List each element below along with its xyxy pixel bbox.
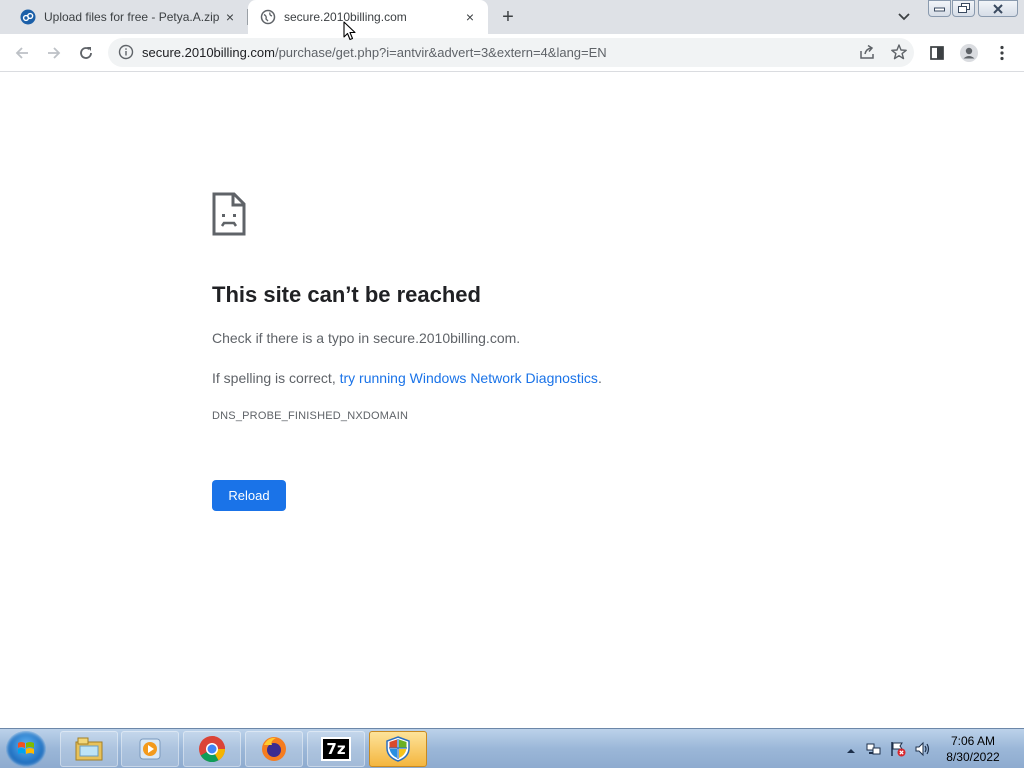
upload-site-favicon-icon (20, 9, 36, 25)
restore-button[interactable] (952, 0, 975, 17)
tab-upload-files[interactable]: Upload files for free - Petya.A.zip × (8, 0, 248, 34)
profile-avatar-icon[interactable] (956, 40, 982, 66)
taskbar-media-player[interactable] (121, 731, 179, 767)
globe-icon (260, 9, 276, 25)
windows-logo-icon (18, 742, 34, 754)
tab-close-icon[interactable]: × (220, 7, 240, 27)
menu-kebab-icon[interactable] (989, 40, 1015, 66)
taskbar-security-app[interactable] (369, 731, 427, 767)
7zip-icon: 7z (321, 737, 351, 761)
error-code: DNS_PROBE_FINISHED_NXDOMAIN (212, 410, 409, 422)
explorer-icon (75, 737, 103, 761)
sad-page-icon (212, 192, 246, 236)
error-title: This site can’t be reached (212, 282, 481, 307)
taskbar-firefox[interactable] (245, 731, 303, 767)
bookmark-star-icon[interactable] (890, 43, 908, 61)
back-button[interactable] (9, 40, 35, 66)
browser-toolbar: secure.2010billing.com/purchase/get.php?… (0, 34, 1024, 72)
tab-secure-billing[interactable]: secure.2010billing.com × (248, 0, 488, 34)
url-text[interactable]: secure.2010billing.com/purchase/get.php?… (142, 45, 607, 60)
diagnostics-prefix: If spelling is correct, (212, 370, 340, 386)
site-info-icon[interactable] (118, 44, 134, 60)
reload-button[interactable]: Reload (212, 480, 286, 511)
action-center-flag-error-icon[interactable] (890, 741, 906, 757)
share-icon[interactable] (858, 43, 876, 61)
security-shield-icon (386, 736, 410, 762)
media-player-icon (139, 738, 161, 760)
diagnostics-suffix: . (597, 370, 602, 386)
taskbar: 7z 7:06 AM 8/30/2022 (0, 728, 1024, 768)
new-tab-button[interactable]: + (496, 5, 520, 29)
network-icon[interactable] (866, 741, 882, 757)
taskbar-chrome[interactable] (183, 731, 241, 767)
firefox-icon (262, 737, 286, 761)
tab-search-chevron-down-icon[interactable] (893, 6, 915, 28)
volume-speaker-icon[interactable] (914, 741, 930, 757)
taskbar-clock[interactable]: 7:06 AM 8/30/2022 (930, 733, 1016, 765)
url-host: secure.2010billing.com (142, 45, 275, 60)
minimize-button[interactable] (928, 0, 951, 17)
diagnostics-suggestion: If spelling is correct, try running Wind… (212, 370, 602, 386)
clock-time: 7:06 AM (950, 734, 996, 748)
taskbar-7zip[interactable]: 7z (307, 731, 365, 767)
tab-title: Upload files for free - Petya.A.zip (44, 10, 220, 24)
tab-title: secure.2010billing.com (284, 10, 407, 24)
url-path: /purchase/get.php?i=antvir&advert=3&exte… (274, 45, 607, 60)
address-bar[interactable]: secure.2010billing.com/purchase/get.php?… (108, 38, 914, 67)
forward-button[interactable] (41, 40, 67, 66)
show-hidden-icons-chevron-up-icon[interactable] (846, 743, 856, 753)
clock-date: 8/30/2022 (946, 750, 1000, 764)
taskbar-explorer[interactable] (60, 731, 118, 767)
refresh-button[interactable] (73, 40, 99, 66)
page-content: This site can’t be reached Check if ther… (0, 72, 1024, 728)
network-diagnostics-link[interactable]: try running Windows Network Diagnostics (340, 370, 598, 386)
close-window-button[interactable] (978, 0, 1018, 17)
tab-close-icon[interactable]: × (460, 7, 480, 27)
chrome-icon (199, 736, 226, 763)
side-panel-icon[interactable] (924, 40, 950, 66)
tab-strip: Upload files for free - Petya.A.zip × se… (0, 0, 1024, 34)
mouse-cursor-icon (343, 21, 357, 41)
typo-suggestion-text: Check if there is a typo in secure.2010b… (212, 330, 521, 346)
start-button[interactable] (6, 731, 46, 767)
